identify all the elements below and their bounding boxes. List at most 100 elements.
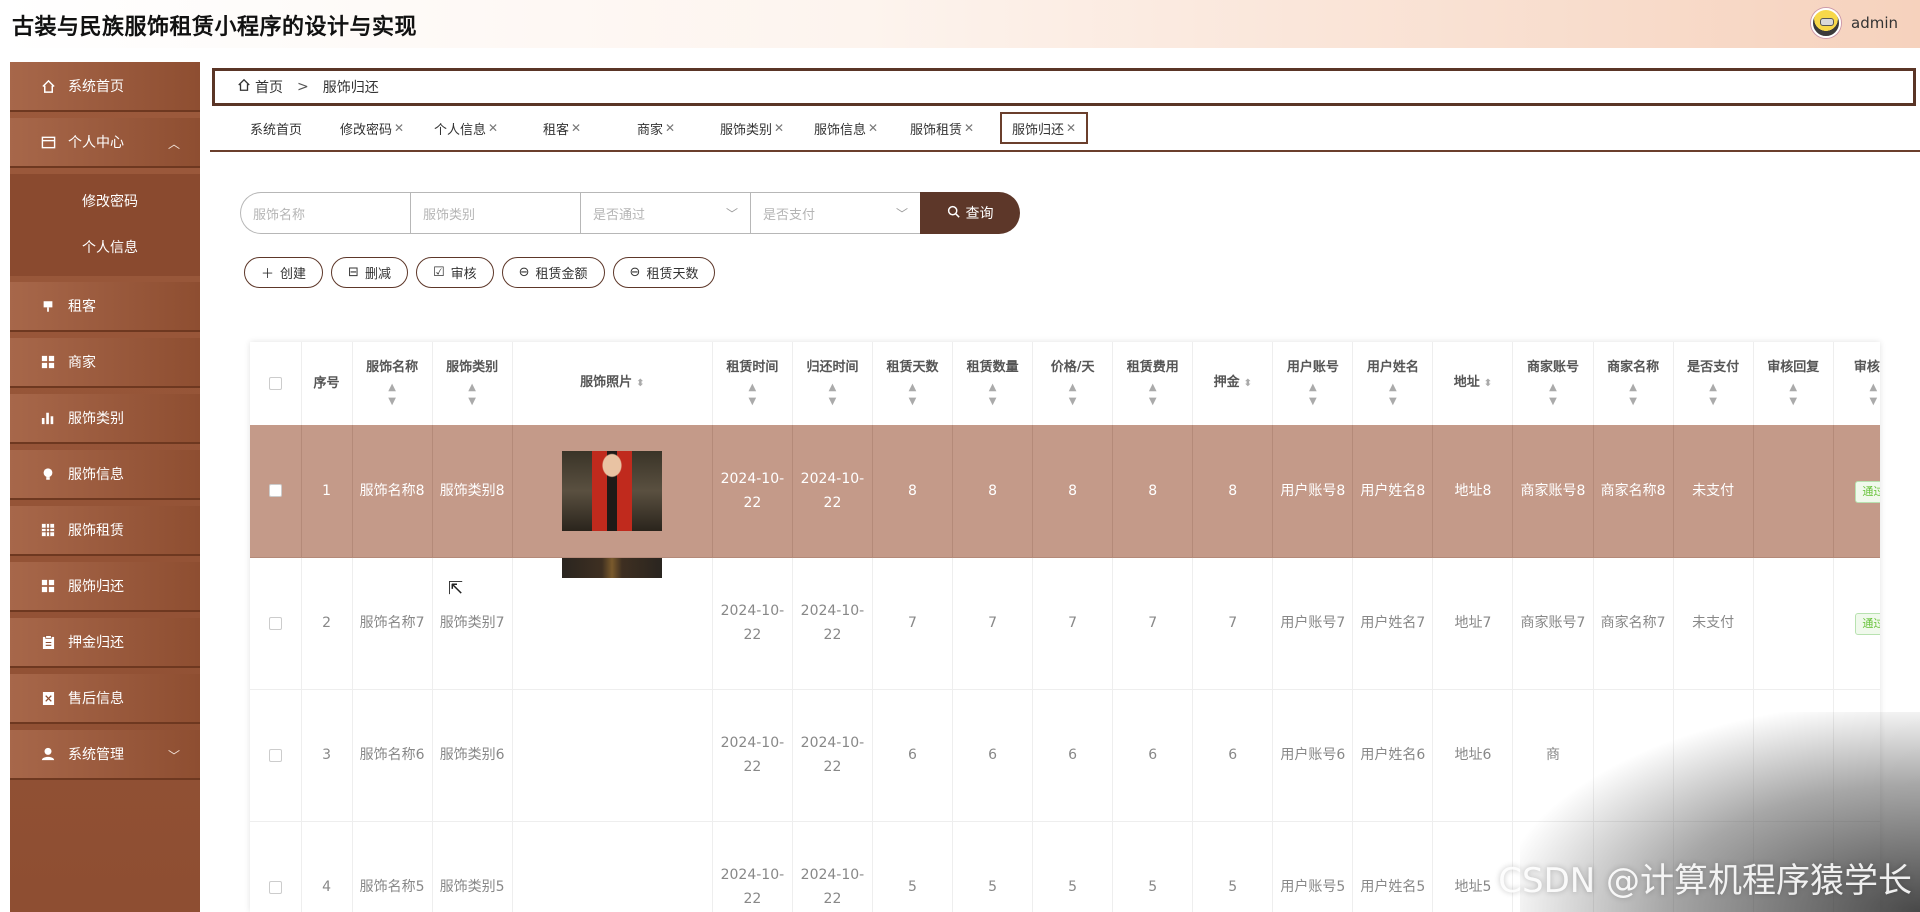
col-user-name[interactable]: 用户姓名 ▲ ▼ <box>1352 342 1434 425</box>
sidebar-item-clothing-return[interactable]: 服饰归还 <box>10 562 200 612</box>
rent-amount-button[interactable]: ⊖ 租赁金额 <box>501 257 605 288</box>
sidebar-item-home[interactable]: 系统首页 <box>10 62 200 112</box>
delete-button[interactable]: ⊟ 删减 <box>331 257 408 288</box>
avatar[interactable] <box>1811 8 1841 38</box>
cell-index: 4 <box>301 821 353 912</box>
col-price[interactable]: 价格/天 ▲ ▼ <box>1032 342 1114 425</box>
sort-icon[interactable]: ▲ ▼ <box>1596 381 1671 409</box>
cell-photo <box>512 821 713 912</box>
col-merchant-name[interactable]: 商家名称 ▲ ▼ <box>1593 342 1674 425</box>
col-deposit[interactable]: 押金 ⬍ <box>1192 342 1274 425</box>
query-button[interactable]: 查询 <box>920 192 1020 234</box>
row-checkbox[interactable] <box>268 616 282 630</box>
sort-icon[interactable]: ▲ ▼ <box>955 381 1030 409</box>
button-label: 租赁天数 <box>646 267 699 282</box>
sidebar-item-after-sales[interactable]: 售后信息 <box>10 674 200 724</box>
close-icon[interactable]: ✕ <box>394 121 404 135</box>
sort-icon[interactable]: ▲ ▼ <box>355 381 430 409</box>
select-all-checkbox[interactable] <box>268 376 282 390</box>
sort-icon[interactable]: ⬍ <box>1244 378 1252 389</box>
col-label: 审核回复 <box>1767 360 1820 375</box>
tab-tenant[interactable]: 租客 ✕ <box>524 112 600 144</box>
close-icon[interactable]: ✕ <box>488 121 498 135</box>
input-placeholder: 服饰名称 <box>253 207 306 223</box>
passed-select[interactable]: 是否通过 ﹀ <box>580 192 750 234</box>
sidebar-item-system-management[interactable]: 系统管理 ﹀ <box>10 730 200 780</box>
row-checkbox[interactable] <box>268 880 282 894</box>
sort-icon[interactable]: ▲ ▼ <box>435 381 510 409</box>
sort-icon[interactable]: ▲ ▼ <box>1836 381 1880 409</box>
tab-merchant[interactable]: 商家 ✕ <box>618 112 694 144</box>
breadcrumb-current: 服饰归还 <box>322 80 379 96</box>
review-button[interactable]: ☑ 审核 <box>415 257 494 288</box>
col-name[interactable]: 服饰名称 ▲ ▼ <box>352 342 433 425</box>
user-menu[interactable]: admin <box>1811 8 1898 38</box>
sort-icon[interactable]: ▲ ▼ <box>1275 381 1350 409</box>
sidebar-item-profile[interactable]: 个人信息 <box>10 224 200 270</box>
clothing-photo[interactable] <box>562 558 663 578</box>
clothing-category-input[interactable]: 服饰类别 <box>410 192 580 234</box>
row-checkbox[interactable] <box>268 484 282 498</box>
cell-user-name: 用户姓名6 <box>1352 689 1434 822</box>
clothing-name-input[interactable]: 服饰名称 <box>240 192 410 234</box>
close-icon[interactable]: ✕ <box>774 121 784 135</box>
col-paid[interactable]: 是否支付 ▲ ▼ <box>1673 342 1754 425</box>
rent-days-button[interactable]: ⊖ 租赁天数 <box>612 257 716 288</box>
col-user-account[interactable]: 用户账号 ▲ ▼ <box>1272 342 1354 425</box>
col-return-time[interactable]: 归还时间 ▲ ▼ <box>792 342 873 425</box>
sort-icon[interactable]: ▲ ▼ <box>1355 381 1430 409</box>
tab-profile[interactable]: 个人信息 ✕ <box>428 112 504 144</box>
col-rent-days[interactable]: 租赁天数 ▲ ▼ <box>872 342 954 425</box>
col-address[interactable]: 地址 ⬍ <box>1432 342 1514 425</box>
close-icon[interactable]: ✕ <box>868 121 878 135</box>
tab-change-password[interactable]: 修改密码 ✕ <box>334 112 410 144</box>
col-merchant-account[interactable]: 商家账号 ▲ ▼ <box>1512 342 1594 425</box>
tab-clothing-info[interactable]: 服饰信息 ✕ <box>808 112 884 144</box>
sidebar-item-change-password[interactable]: 修改密码 <box>10 178 200 224</box>
clothing-photo[interactable] <box>562 450 663 531</box>
create-button[interactable]: ＋ 创建 <box>244 257 324 288</box>
sort-icon[interactable]: ▲ ▼ <box>1756 381 1831 409</box>
sidebar-item-merchant[interactable]: 商家 <box>10 338 200 388</box>
sort-icon[interactable]: ▲ ▼ <box>715 381 790 409</box>
sort-icon[interactable]: ▲ ▼ <box>1515 381 1590 409</box>
close-icon[interactable]: ✕ <box>964 121 974 135</box>
col-photo[interactable]: 服饰照片 ⬍ <box>512 342 713 425</box>
sort-icon[interactable]: ⬍ <box>636 378 644 389</box>
col-category[interactable]: 服饰类别 ▲ ▼ <box>432 342 513 425</box>
close-icon[interactable]: ✕ <box>665 121 675 135</box>
tab-clothing-rental[interactable]: 服饰租赁 ✕ <box>904 112 980 144</box>
sidebar-item-label: 个人中心 <box>68 135 124 151</box>
tab-home[interactable]: 系统首页 <box>238 112 314 144</box>
sort-icon[interactable]: ▲ ▼ <box>1115 381 1190 409</box>
breadcrumb-home[interactable]: 首页 <box>237 77 283 97</box>
tab-clothing-category[interactable]: 服饰类别 ✕ <box>714 112 790 144</box>
minus-square-icon: ⊟ <box>348 265 359 280</box>
cell-rent-time: 2024-10-22 <box>712 557 793 690</box>
sort-icon[interactable]: ▲ ▼ <box>875 381 950 409</box>
close-icon[interactable]: ✕ <box>1066 121 1076 135</box>
row-checkbox[interactable] <box>268 748 282 762</box>
table-row[interactable]: 3 服饰名称6 服饰类别6 2024-10-22 2024-10-22 6 6 … <box>250 689 1880 822</box>
sidebar-item-deposit-return[interactable]: 押金归还 <box>10 618 200 668</box>
table-row[interactable]: 2 服饰名称7 服饰类别7 2024-10-22 2024-10-22 7 7 … <box>250 557 1880 690</box>
sidebar-item-tenant[interactable]: 租客 <box>10 282 200 332</box>
close-icon[interactable]: ✕ <box>571 121 581 135</box>
sort-icon[interactable]: ⬍ <box>1484 378 1492 389</box>
col-review-reply[interactable]: 审核回复 ▲ ▼ <box>1753 342 1834 425</box>
paid-select[interactable]: 是否支付 ﹀ <box>750 192 920 234</box>
tab-clothing-return[interactable]: 服饰归还 ✕ <box>1000 112 1088 144</box>
col-rent-qty[interactable]: 租赁数量 ▲ ▼ <box>952 342 1034 425</box>
sidebar-item-personal-center[interactable]: 个人中心 ︿ <box>10 118 200 168</box>
col-review-status[interactable]: 审核状 ▲▼ <box>1833 342 1880 425</box>
col-rent-time[interactable]: 租赁时间 ▲ ▼ <box>712 342 793 425</box>
col-rent-fee[interactable]: 租赁费用 ▲ ▼ <box>1112 342 1194 425</box>
sort-icon[interactable]: ▲ ▼ <box>1035 381 1110 409</box>
sidebar-item-clothing-rental[interactable]: 服饰租赁 <box>10 506 200 556</box>
table-row[interactable]: 1 服饰名称8 服饰类别8 2024-10-22 2024-10-22 8 8 … <box>250 425 1880 558</box>
sort-icon[interactable]: ▲ ▼ <box>795 381 870 409</box>
sidebar-item-clothing-category[interactable]: 服饰类别 <box>10 394 200 444</box>
sidebar-item-clothing-info[interactable]: 服饰信息 <box>10 450 200 500</box>
user-name[interactable]: admin <box>1851 14 1898 32</box>
sort-icon[interactable]: ▲ ▼ <box>1676 381 1751 409</box>
